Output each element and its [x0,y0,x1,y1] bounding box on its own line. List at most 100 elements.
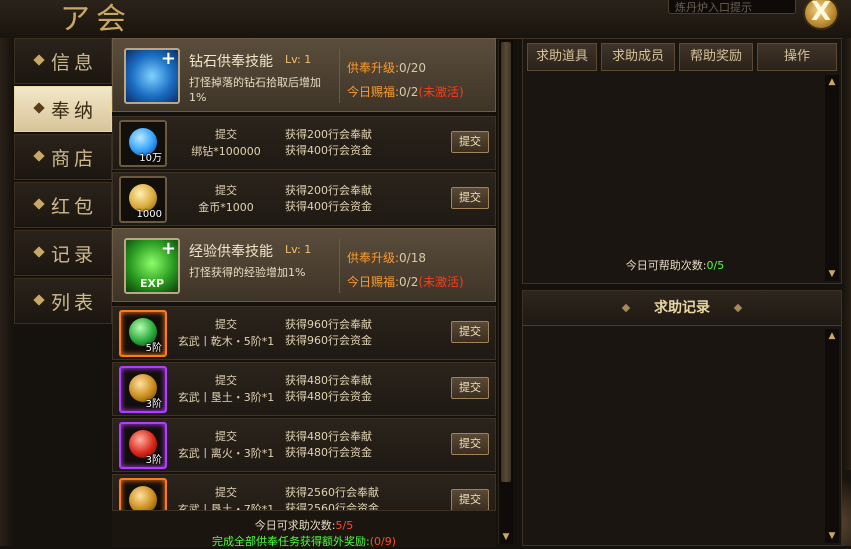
submit-button[interactable]: 提交 [451,377,489,399]
skill-description: 打怪获得的经验增加1% [189,266,306,279]
skill-bless-status: 今日赐福:0/2(未激活) [347,85,464,99]
help-scrollbar[interactable]: ▲ ▼ [825,75,839,281]
header-action[interactable]: 操作 [757,43,837,71]
skill-card-diamond: + 钻石供奉技能 Lv: 1 打怪掉落的钻石拾取后增加1% 供奉升级:0/20 … [112,38,496,112]
skill-level: Lv: 1 [285,243,312,256]
item-action: 提交 [215,374,237,387]
left-frame-ornament [0,38,14,546]
tab-donate[interactable]: 奉纳 [14,86,112,132]
tab-shop[interactable]: 商店 [14,134,112,180]
submit-button[interactable]: 提交 [451,131,489,153]
help-log-panel: 求助记录 ▲ ▼ [522,290,842,546]
item-reward-contribution: 获得200行会奉献 [285,128,372,141]
fire-orb-icon: 3阶 [119,422,167,469]
item-reward-funds: 获得480行会资金 [285,446,372,459]
list-item: 1000 提交 金币*1000 获得200行会奉献 获得400行会资金 提交 [112,172,496,226]
list-item: 10万 提交 绑钻*100000 获得200行会奉献 获得400行会资金 提交 [112,116,496,170]
diamond-plus-icon: + [124,48,180,104]
close-button[interactable]: X [803,0,839,30]
tab-label: 商店 [51,148,98,170]
skill-name: 钻石供奉技能 [189,54,273,70]
scroll-up-icon[interactable]: ▲ [827,77,837,87]
diamond-bullet-icon [33,54,45,66]
skill-name: 经验供奉技能 [189,244,273,260]
item-reward-funds: 获得2560行会资金 [285,502,379,510]
window-title: ア会 [60,2,132,37]
scroll-down-icon[interactable]: ▼ [827,531,837,541]
donation-list: + 钻石供奉技能 Lv: 1 打怪掉落的钻石拾取后增加1% 供奉升级:0/20 … [112,38,496,510]
diamond-bullet-icon [33,294,45,306]
item-action: 提交 [215,486,237,499]
item-reward-contribution: 获得200行会奉献 [285,184,372,197]
skill-description: 打怪掉落的钻石拾取后增加1% [189,76,321,104]
scroll-up-icon[interactable]: ▲ [827,331,837,341]
exp-plus-icon: + EXP [124,238,180,294]
item-reward-contribution: 获得480行会奉献 [285,430,372,443]
earth-orb-icon: 3阶 [119,366,167,413]
tab-info[interactable]: 信息 [14,38,112,84]
diamond-ornament-icon [733,303,743,313]
bound-diamond-icon: 10万 [119,120,167,167]
tab-label: 列表 [51,292,98,314]
diamond-bullet-icon [33,102,45,114]
skill-card-exp: + EXP 经验供奉技能 Lv: 1 打怪获得的经验增加1% 供奉升级:0/18 … [112,228,496,302]
item-reward-funds: 获得400行会资金 [285,144,372,157]
submit-button[interactable]: 提交 [451,321,489,343]
tab-label: 奉纳 [51,100,98,122]
skill-bless-status: 今日赐福:0/2(未激活) [347,275,464,289]
list-scrollbar[interactable]: ▼ [498,40,513,544]
submit-button[interactable]: 提交 [451,433,489,455]
help-request-panel: 求助道具 求助成员 帮助奖励 操作 ▲ ▼ 今日可帮助次数:0/5 [522,38,842,284]
item-reward-contribution: 获得960行会奉献 [285,318,372,331]
header-help-item[interactable]: 求助道具 [527,43,597,71]
item-requirement: 金币*1000 [198,201,254,214]
diamond-ornament-icon [621,303,631,313]
list-item: 5阶 提交 玄武丨乾木・5阶*1 获得960行会奉献 获得960行会资金 提交 [112,306,496,360]
item-action: 提交 [215,128,237,141]
help-log-header: 求助记录 [523,291,841,326]
header-help-reward[interactable]: 帮助奖励 [679,43,753,71]
header-help-member[interactable]: 求助成员 [601,43,675,71]
help-others-remaining: 今日可帮助次数:0/5 [625,259,725,272]
scroll-down-icon[interactable]: ▼ [827,269,837,279]
diamond-bullet-icon [33,198,45,210]
submit-button[interactable]: 提交 [451,187,489,209]
wood-orb-icon: 5阶 [119,310,167,357]
divider [339,49,340,103]
window-title-bar: ア会 炼丹炉入口提示 X [0,0,851,39]
tab-label: 红包 [51,196,98,218]
earth-orb-icon: 7阶 [119,478,167,510]
list-item: 3阶 提交 玄武丨离火・3阶*1 获得480行会奉献 获得480行会资金 提交 [112,418,496,472]
scroll-down-icon[interactable]: ▼ [501,532,511,542]
item-requirement: 玄武丨离火・3阶*1 [177,447,275,460]
list-item: 7阶 提交 玄武丨垦土・7阶*1 获得2560行会奉献 获得2560行会资金 提… [112,474,496,510]
tab-label: 信息 [51,52,98,74]
item-requirement: 绑钻*100000 [191,145,261,158]
item-requirement: 玄武丨乾木・5阶*1 [177,335,275,348]
tab-red-packet[interactable]: 红包 [14,182,112,228]
help-requests-remaining: 今日可求助次数:5/5 [254,519,354,532]
item-reward-contribution: 获得480行会奉献 [285,374,372,387]
tab-label: 记录 [51,244,98,266]
bottom-status-bar: 今日可求助次数:5/5 完成全部供奉任务获得额外奖励:(0/9) [112,510,496,548]
log-scrollbar[interactable]: ▲ ▼ [825,329,839,543]
gold-coin-icon: 1000 [119,176,167,223]
list-item: 3阶 提交 玄武丨垦土・3阶*1 获得480行会奉献 获得480行会资金 提交 [112,362,496,416]
item-action: 提交 [215,184,237,197]
tab-records[interactable]: 记录 [14,230,112,276]
item-action: 提交 [215,318,237,331]
skill-level: Lv: 1 [285,53,312,66]
item-requirement: 玄武丨垦土・3阶*1 [177,391,275,404]
guild-tab-bar: 信息 奉纳 商店 红包 记录 列表 [14,38,112,326]
item-reward-funds: 获得960行会资金 [285,334,372,347]
diamond-bullet-icon [33,150,45,162]
submit-button[interactable]: 提交 [451,489,489,510]
divider [339,239,340,293]
item-action: 提交 [215,430,237,443]
scrollbar-thumb[interactable] [501,42,511,482]
item-reward-contribution: 获得2560行会奉献 [285,486,379,499]
bonus-progress: 完成全部供奉任务获得额外奖励:(0/9) [211,535,396,548]
top-hint-field[interactable]: 炼丹炉入口提示 [668,0,796,14]
skill-upgrade-progress: 供奉升级:0/20 [347,61,426,75]
tab-list[interactable]: 列表 [14,278,112,324]
